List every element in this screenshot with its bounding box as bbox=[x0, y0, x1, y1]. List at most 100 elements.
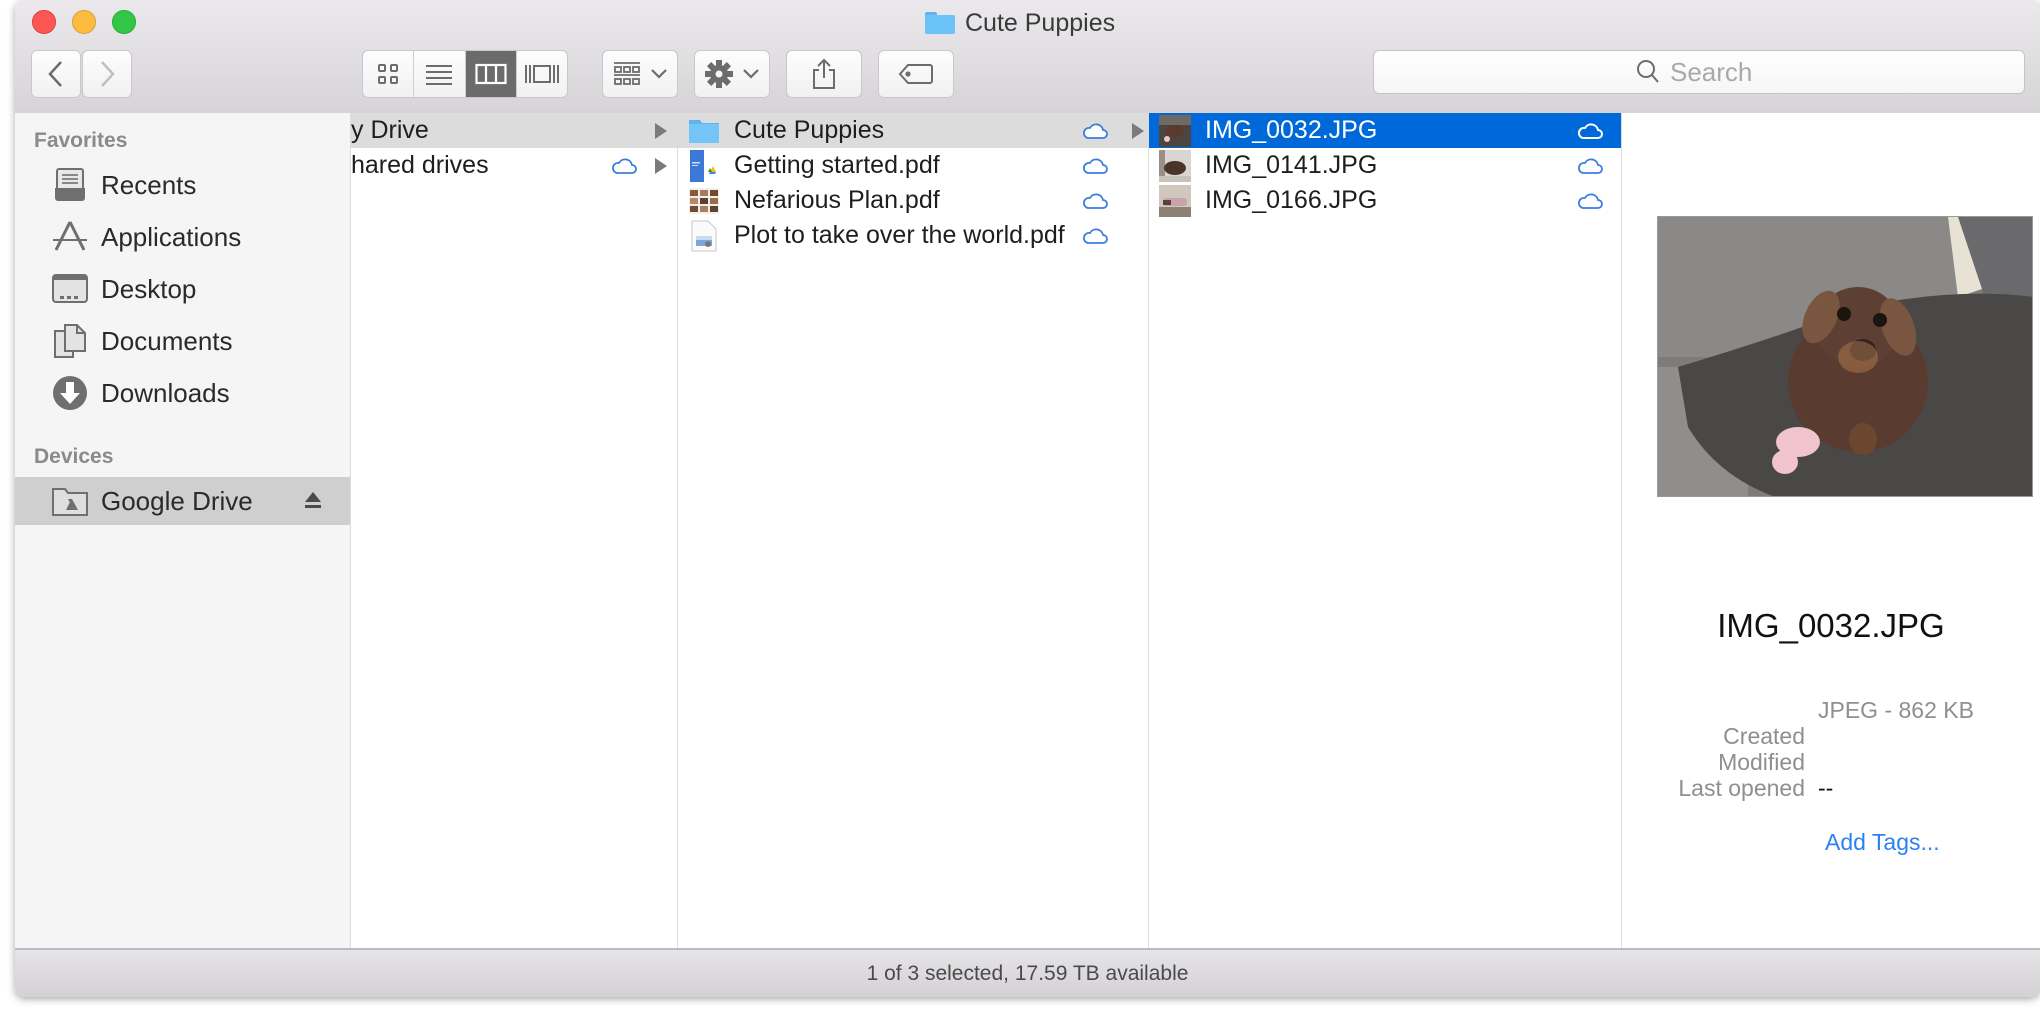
action-button[interactable] bbox=[694, 50, 770, 98]
recents-icon bbox=[51, 166, 89, 204]
list-icon bbox=[426, 65, 453, 85]
image-preview bbox=[1657, 216, 2033, 497]
sidebar-item-label: Applications bbox=[101, 221, 242, 252]
document-preview-icon bbox=[688, 220, 720, 252]
eject-icon bbox=[305, 492, 321, 508]
gallery-view-button[interactable] bbox=[517, 51, 567, 97]
sidebar-item-recents[interactable]: Recents bbox=[15, 161, 350, 209]
search-field[interactable] bbox=[1373, 50, 2025, 94]
disclosure-arrow-icon bbox=[655, 158, 667, 174]
item-name: IMG_0166.JPG bbox=[1205, 186, 1378, 214]
status-text: 1 of 3 selected, 17.59 TB available bbox=[866, 961, 1189, 985]
disclosure-arrow-icon bbox=[655, 123, 667, 139]
minimize-button[interactable] bbox=[72, 10, 96, 34]
sidebar-item-google-drive[interactable]: Google Drive bbox=[15, 477, 350, 525]
sidebar-heading-favorites: Favorites bbox=[34, 129, 128, 152]
close-button[interactable] bbox=[32, 10, 56, 34]
sidebar-item-applications[interactable]: Applications bbox=[15, 213, 350, 261]
sidebar-item-downloads[interactable]: Downloads bbox=[15, 369, 350, 417]
gear-icon bbox=[705, 60, 733, 88]
kind-size-value: JPEG - 862 KB bbox=[1818, 697, 1974, 723]
cloud-icon bbox=[1577, 123, 1603, 139]
cloud-icon bbox=[612, 158, 637, 174]
last-opened-label: Last opened bbox=[1678, 775, 1805, 801]
sidebar: Favorites Recents Applications Desktop D… bbox=[15, 113, 351, 948]
share-button[interactable] bbox=[786, 50, 862, 98]
cloud-icon bbox=[1083, 193, 1108, 209]
cloud-icon bbox=[1578, 158, 1603, 174]
tag-icon bbox=[898, 64, 933, 84]
tags-button[interactable] bbox=[878, 50, 954, 98]
pdf-thumbnail-icon bbox=[688, 185, 720, 217]
desktop-icon bbox=[51, 270, 89, 308]
list-item-shared-drives[interactable]: hared drives bbox=[351, 148, 677, 183]
group-by-button[interactable] bbox=[602, 50, 678, 98]
columns-icon bbox=[475, 63, 507, 85]
column-view-button[interactable] bbox=[465, 51, 517, 97]
add-tags-link[interactable]: Add Tags... bbox=[1825, 829, 1940, 856]
last-opened-value: -- bbox=[1818, 775, 1834, 801]
search-input[interactable] bbox=[1668, 55, 1762, 89]
list-item-file[interactable]: Getting started.pdf bbox=[678, 148, 1148, 183]
folder-icon bbox=[688, 115, 720, 147]
sidebar-item-label: Downloads bbox=[101, 377, 230, 408]
item-name: y Drive bbox=[351, 116, 429, 144]
sidebar-item-label: Desktop bbox=[101, 273, 197, 304]
created-label: Created bbox=[1723, 723, 1805, 749]
back-button[interactable] bbox=[31, 50, 81, 98]
browser-column-1: y Drive hared drives bbox=[351, 113, 678, 948]
pdf-thumbnail-icon bbox=[688, 149, 720, 182]
list-item-my-drive[interactable]: y Drive bbox=[351, 113, 677, 148]
window-title: Cute Puppies bbox=[925, 6, 1115, 40]
disclosure-arrow-icon bbox=[1132, 123, 1144, 139]
list-item-image[interactable]: IMG_0032.JPG bbox=[1149, 113, 1621, 148]
list-item-folder[interactable]: Cute Puppies bbox=[678, 113, 1148, 148]
status-bar: 1 of 3 selected, 17.59 TB available bbox=[15, 948, 2040, 997]
sidebar-item-documents[interactable]: Documents bbox=[15, 317, 350, 365]
sidebar-item-label: Recents bbox=[101, 169, 197, 200]
gallery-icon bbox=[524, 65, 559, 83]
documents-icon bbox=[51, 322, 89, 360]
search-icon bbox=[1637, 60, 1659, 83]
item-name: IMG_0032.JPG bbox=[1205, 116, 1378, 144]
item-name: IMG_0141.JPG bbox=[1205, 151, 1378, 179]
finder-window: Cute Puppies Search Favorites Recents Ap… bbox=[15, 0, 2040, 997]
sidebar-item-desktop[interactable]: Desktop bbox=[15, 265, 350, 313]
cloud-icon bbox=[1083, 158, 1108, 174]
icon-view-button[interactable] bbox=[363, 51, 415, 97]
list-item-image[interactable]: IMG_0141.JPG bbox=[1149, 148, 1621, 183]
view-switcher bbox=[362, 50, 568, 98]
cloud-icon bbox=[1083, 228, 1108, 244]
list-view-button[interactable] bbox=[414, 51, 466, 97]
cloud-icon bbox=[1083, 123, 1108, 139]
modified-label: Modified bbox=[1718, 749, 1805, 775]
browser-column-3: IMG_0032.JPG IMG_0141.JPG IMG_0166.JPG bbox=[1149, 113, 1622, 948]
chevron-down-icon bbox=[651, 69, 667, 79]
window-title-text: Cute Puppies bbox=[965, 8, 1116, 37]
zoom-button[interactable] bbox=[112, 10, 136, 34]
applications-icon bbox=[51, 218, 89, 256]
toolbar: Cute Puppies bbox=[15, 0, 2040, 115]
preview-pane: IMG_0032.JPG JPEG - 862 KB Created Modif… bbox=[1622, 113, 2040, 948]
list-item-file[interactable]: Nefarious Plan.pdf bbox=[678, 183, 1148, 218]
sidebar-heading-devices: Devices bbox=[34, 445, 114, 468]
chevron-right-icon bbox=[101, 61, 115, 87]
google-drive-icon bbox=[51, 482, 89, 520]
sidebar-item-label: Documents bbox=[101, 325, 233, 356]
preview-filename: IMG_0032.JPG bbox=[1717, 607, 1945, 644]
image-thumbnail-icon bbox=[1159, 184, 1191, 217]
eject-button[interactable] bbox=[304, 491, 322, 514]
image-thumbnail-icon bbox=[1159, 149, 1191, 182]
share-icon bbox=[813, 58, 835, 89]
browser-column-2: Cute Puppies Getting started.pdf Nefario… bbox=[678, 113, 1149, 948]
downloads-icon bbox=[51, 374, 89, 412]
forward-button[interactable] bbox=[82, 50, 132, 98]
chevron-left-icon bbox=[48, 61, 62, 87]
chevron-down-icon bbox=[743, 69, 759, 79]
cloud-icon bbox=[1578, 193, 1603, 209]
grid-icon bbox=[378, 64, 399, 84]
image-thumbnail-icon bbox=[1159, 114, 1191, 147]
list-item-image[interactable]: IMG_0166.JPG bbox=[1149, 183, 1621, 218]
list-item-file[interactable]: Plot to take over the world.pdf bbox=[678, 218, 1148, 253]
folder-icon bbox=[925, 12, 955, 34]
